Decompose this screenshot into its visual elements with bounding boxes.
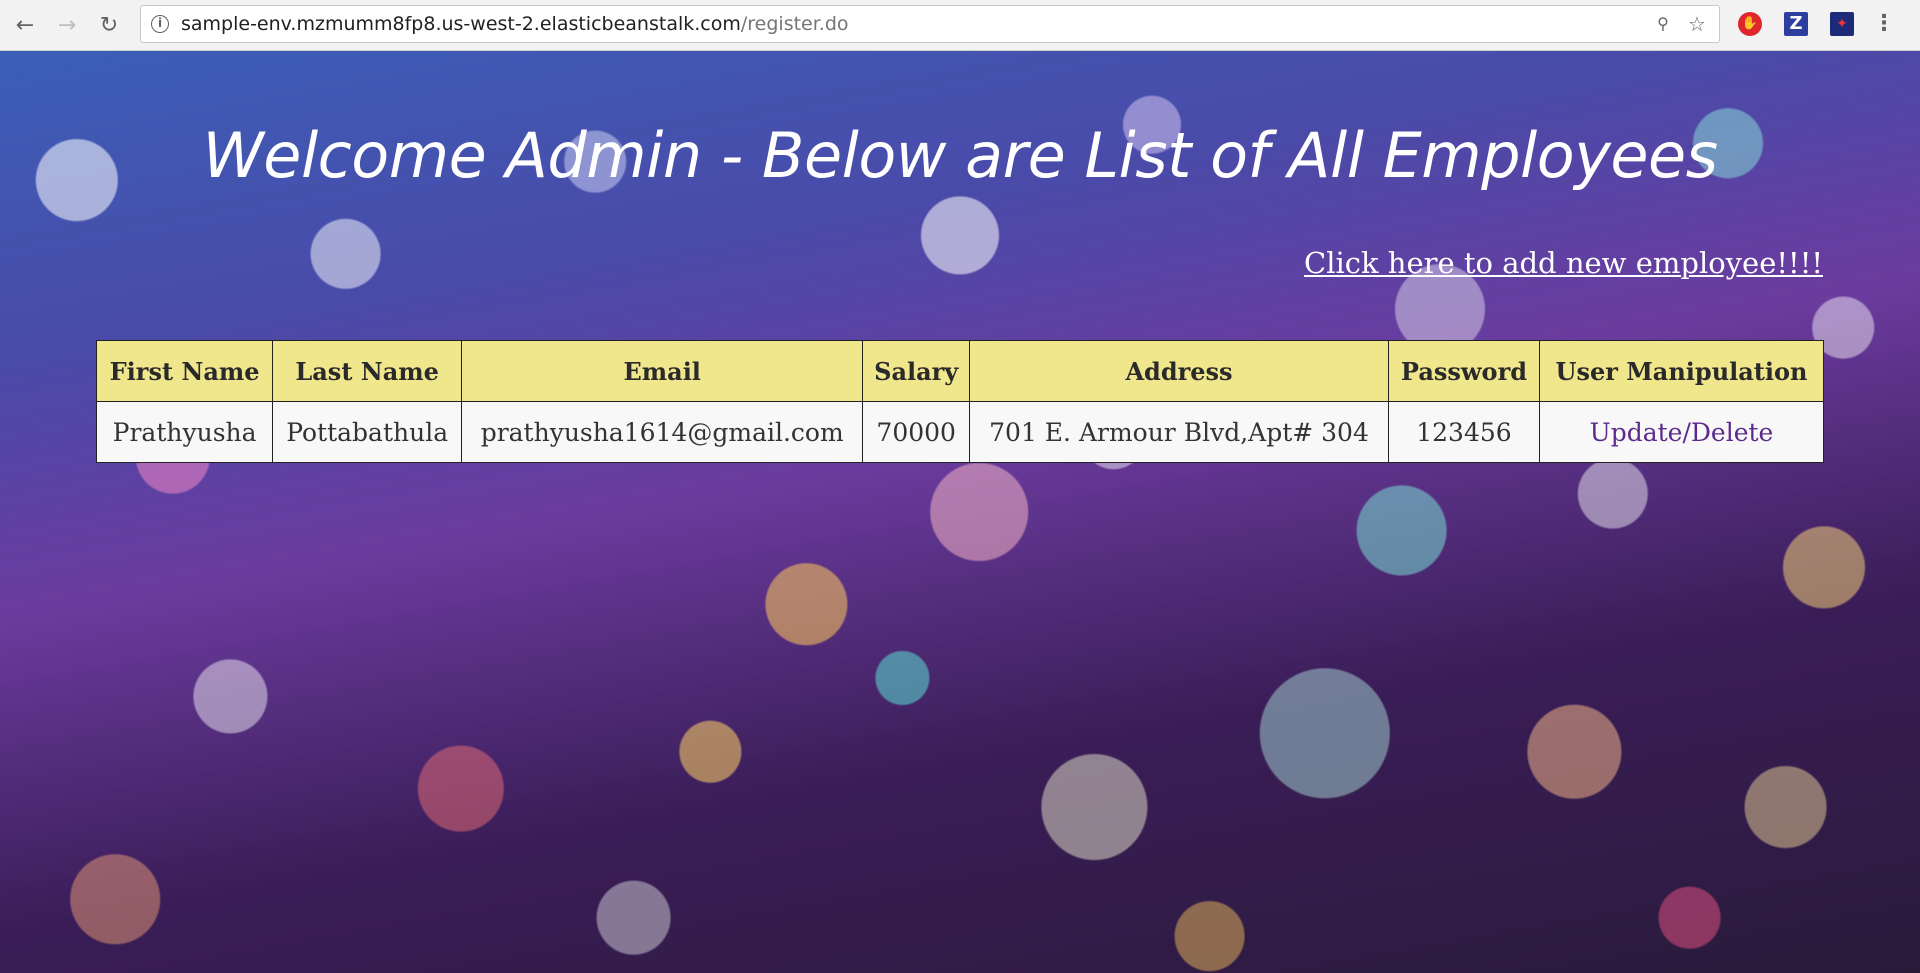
header-address: Address	[969, 340, 1389, 402]
extension-flag-icon[interactable]: ✦	[1830, 12, 1854, 36]
header-user-manipulation: User Manipulation	[1538, 340, 1825, 402]
reload-icon[interactable]: ↻	[92, 8, 126, 42]
update-delete-link[interactable]: Update/Delete	[1590, 418, 1774, 447]
url-host: sample-env.mzmumm8fp8.us-west-2.elasticb…	[181, 13, 741, 35]
browser-toolbar: ← → ↻ i sample-env.mzmumm8fp8.us-west-2.…	[0, 0, 1920, 51]
forward-icon[interactable]: →	[50, 8, 84, 42]
cell-salary: 70000	[862, 401, 971, 463]
back-icon[interactable]: ←	[8, 8, 42, 42]
address-bar[interactable]: i sample-env.mzmumm8fp8.us-west-2.elasti…	[140, 5, 1720, 43]
table-row: Prathyusha Pottabathula prathyusha1614@g…	[95, 401, 1825, 463]
table-header-row: First Name Last Name Email Salary Addres…	[95, 340, 1825, 402]
cell-email: prathyusha1614@gmail.com	[461, 401, 864, 463]
add-employee-link[interactable]: Click here to add new employee!!!!	[1304, 246, 1823, 280]
url-path: /register.do	[740, 13, 849, 35]
cell-password: 123456	[1387, 401, 1540, 463]
cell-address: 701 E. Armour Blvd,Apt# 304	[969, 401, 1389, 463]
header-email: Email	[461, 340, 864, 402]
cell-last-name: Pottabathula	[272, 401, 463, 463]
menu-icon[interactable]: ⋮	[1872, 12, 1896, 36]
page-title: Welcome Admin - Below are List of All Em…	[202, 119, 1719, 192]
employees-table: First Name Last Name Email Salary Addres…	[95, 340, 1825, 463]
header-last-name: Last Name	[272, 340, 463, 402]
cell-action: Update/Delete	[1538, 401, 1825, 463]
star-icon[interactable]: ☆	[1685, 12, 1709, 36]
header-password: Password	[1387, 340, 1540, 402]
url-text[interactable]: sample-env.mzmumm8fp8.us-west-2.elasticb…	[181, 6, 849, 42]
adblock-icon[interactable]: ✋	[1738, 12, 1762, 36]
page-content: Welcome Admin - Below are List of All Em…	[0, 51, 1920, 973]
zotero-icon[interactable]: Z	[1784, 12, 1808, 36]
key-icon[interactable]: ⚲	[1651, 12, 1675, 36]
info-icon[interactable]: i	[151, 15, 169, 33]
cell-first-name: Prathyusha	[95, 401, 274, 463]
header-first-name: First Name	[95, 340, 274, 402]
header-salary: Salary	[862, 340, 971, 402]
